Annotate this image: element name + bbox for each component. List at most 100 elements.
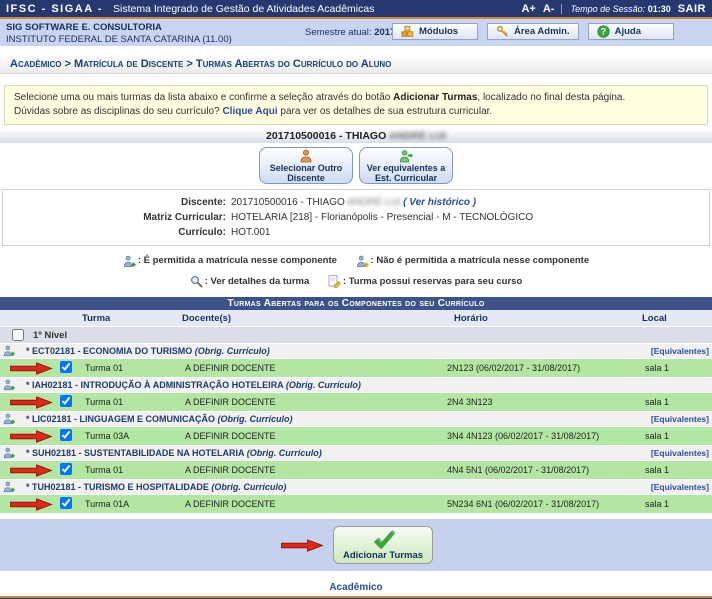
equivalents-link[interactable]: [Equivalentes] [651, 482, 712, 492]
enrollment-allowed-icon [3, 345, 15, 357]
red-arrow-icon [8, 362, 54, 375]
class-location: sala 1 [642, 397, 712, 407]
detail-row-curriculo: Currículo: HOT.001 [3, 225, 709, 240]
key-icon [496, 25, 509, 38]
equivalents-icon [399, 149, 413, 163]
breadcrumb[interactable]: Acadêmico > Matrícula de Discente > Turm… [0, 56, 712, 74]
class-details-icon [190, 275, 203, 288]
enrollment-allowed-icon [3, 447, 15, 459]
enrollment-not-allowed-icon [356, 255, 369, 268]
student-name-redacted: ANDRÉ LUI [347, 197, 400, 208]
add-classes-label: Adicionar Turmas [343, 550, 423, 561]
class-checkbox[interactable] [60, 463, 72, 475]
class-schedule: 2N4 3N123 [444, 397, 642, 407]
view-history-link[interactable]: ( Ver histórico ) [403, 197, 476, 208]
annotation-arrow [8, 498, 54, 511]
component-title: * ECT02181 - ECONOMIA DO TURISMO (Obrig.… [26, 346, 270, 356]
class-row: Turma 01A A DEFINIR DOCENTE 5N234 6N1 (0… [0, 495, 712, 514]
class-checkbox[interactable] [60, 395, 72, 407]
institution-name: INSTITUTO FEDERAL DE SANTA CATARINA (11.… [6, 34, 232, 45]
column-local: Local [642, 313, 712, 324]
red-arrow-icon [8, 498, 54, 511]
class-location: sala 1 [642, 499, 712, 509]
submit-band: Adicionar Turmas [0, 519, 712, 571]
component-row: * LIC02181 - LINGUAGEM E COMUNICAÇÃO (Ob… [0, 412, 712, 427]
class-teacher: A DEFINIR DOCENTE [182, 465, 444, 475]
org-name: SIG SOFTWARE E. CONSULTORIA [6, 22, 162, 33]
help-icon [597, 25, 610, 38]
green-check-icon [371, 530, 395, 549]
add-classes-button[interactable]: Adicionar Turmas [333, 526, 433, 564]
help-button[interactable]: Ajuda [588, 23, 674, 40]
session-timer: Tempo de Sessão: 01:30 [561, 4, 670, 14]
component-row: * ECT02181 - ECONOMIA DO TURISMO (Obrig.… [0, 344, 712, 359]
legend-allowed: : É permitida a matrícula nesse componen… [123, 253, 337, 269]
class-name: Turma 01 [82, 465, 182, 475]
current-semester: Semestre atual: 2017.1 [305, 27, 403, 38]
select-other-student-label: Selecionar Outro Discente [262, 163, 350, 183]
class-reserved-icon [328, 275, 341, 288]
help-label: Ajuda [615, 26, 641, 37]
class-name: Turma 01 [82, 397, 182, 407]
logout-button[interactable]: SAIR [678, 3, 706, 15]
component-row: * IAH02181 - INTRODUÇÃO À ADMINISTRAÇÃO … [0, 378, 712, 393]
red-arrow-icon [8, 430, 54, 443]
equivalents-link[interactable]: [Equivalentes] [651, 414, 712, 424]
annotation-arrow [8, 362, 54, 375]
class-teacher: A DEFINIR DOCENTE [182, 431, 444, 441]
semester-label: Semestre atual: [305, 27, 372, 38]
class-teacher: A DEFINIR DOCENTE [182, 499, 444, 509]
enrollment-allowed-icon [3, 379, 15, 391]
modules-button[interactable]: Módulos [392, 23, 478, 40]
legend: : É permitida a matrícula nesse componen… [0, 253, 712, 294]
legend-not-allowed: : Não é permitida a matrícula nesse comp… [356, 253, 590, 269]
font-increase-button[interactable]: A+ [521, 3, 535, 15]
class-checkbox[interactable] [60, 361, 72, 373]
class-location: sala 1 [642, 431, 712, 441]
class-teacher: A DEFINIR DOCENTE [182, 397, 444, 407]
discente-value: 201710500016 - THIAGO ANDRÉ LUI ( Ver hi… [231, 195, 476, 210]
class-location: sala 1 [642, 363, 712, 373]
class-checkbox[interactable] [60, 497, 72, 509]
sub-header: SIG SOFTWARE E. CONSULTORIA INSTITUTO FE… [0, 19, 712, 46]
class-row: Turma 01 A DEFINIR DOCENTE 4N4 5N1 (06/0… [0, 461, 712, 480]
class-schedule: 2N123 (06/02/2017 - 31/08/2017) [444, 363, 642, 373]
red-arrow-icon [279, 539, 325, 552]
student-name-redacted: ANDRÉ LUI [389, 130, 446, 142]
curriculum-details-link[interactable]: Clique Aqui [222, 106, 277, 117]
module-footer-link[interactable]: Acadêmico [0, 571, 712, 596]
select-other-student-button[interactable]: Selecionar Outro Discente [259, 147, 353, 184]
component-row: * SUH02181 - SUSTENTABILIDADE NA HOTELAR… [0, 446, 712, 461]
session-time: 01:30 [648, 4, 671, 14]
equivalents-link[interactable]: [Equivalentes] [651, 346, 712, 356]
instructions-line1: Selecione uma ou mais turmas da lista ab… [14, 91, 698, 105]
class-row: Turma 01 A DEFINIR DOCENTE 2N4 3N123 sal… [0, 393, 712, 412]
curriculo-label: Currículo: [3, 225, 231, 240]
class-schedule: 4N4 5N1 (06/02/2017 - 31/08/2017) [444, 465, 642, 475]
student-title-bar: 201710500016 - THIAGO ANDRÉ LUI [0, 129, 712, 143]
class-name: Turma 03A [82, 431, 182, 441]
class-checkbox[interactable] [60, 429, 72, 441]
admin-area-button[interactable]: Área Admin. [487, 23, 579, 40]
system-name: Sistema Integrado de Gestão de Atividade… [113, 3, 375, 15]
admin-area-label: Área Admin. [514, 26, 570, 37]
instructions-box: Selecione uma ou mais turmas da lista ab… [4, 85, 708, 125]
column-horario: Horário [444, 313, 642, 324]
legend-details: : Ver detalhes da turma [190, 274, 310, 290]
class-teacher: A DEFINIR DOCENTE [182, 363, 444, 373]
class-name: Turma 01 [82, 363, 182, 373]
session-label: Tempo de Sessão: [570, 4, 645, 14]
red-arrow-icon [8, 396, 54, 409]
curriculo-value: HOT.001 [231, 225, 270, 240]
level-label: 1º Nível [33, 330, 67, 341]
view-equivalents-button[interactable]: Ver equivalentes a Est. Curricular [359, 147, 453, 184]
red-arrow-icon [8, 464, 54, 477]
detail-row-matriz: Matriz Curricular: HOTELARIA [218] - Flo… [3, 210, 709, 225]
enrollment-allowed-icon [3, 481, 15, 493]
instructions-line2: Dúvidas sobre as disciplinas do seu curr… [14, 105, 698, 119]
enrollment-allowed-icon [123, 255, 136, 268]
font-decrease-button[interactable]: A- [543, 3, 555, 15]
select-all-checkbox[interactable] [12, 329, 24, 341]
component-title: * IAH02181 - INTRODUÇÃO À ADMINISTRAÇÃO … [26, 380, 361, 390]
equivalents-link[interactable]: [Equivalentes] [651, 448, 712, 458]
